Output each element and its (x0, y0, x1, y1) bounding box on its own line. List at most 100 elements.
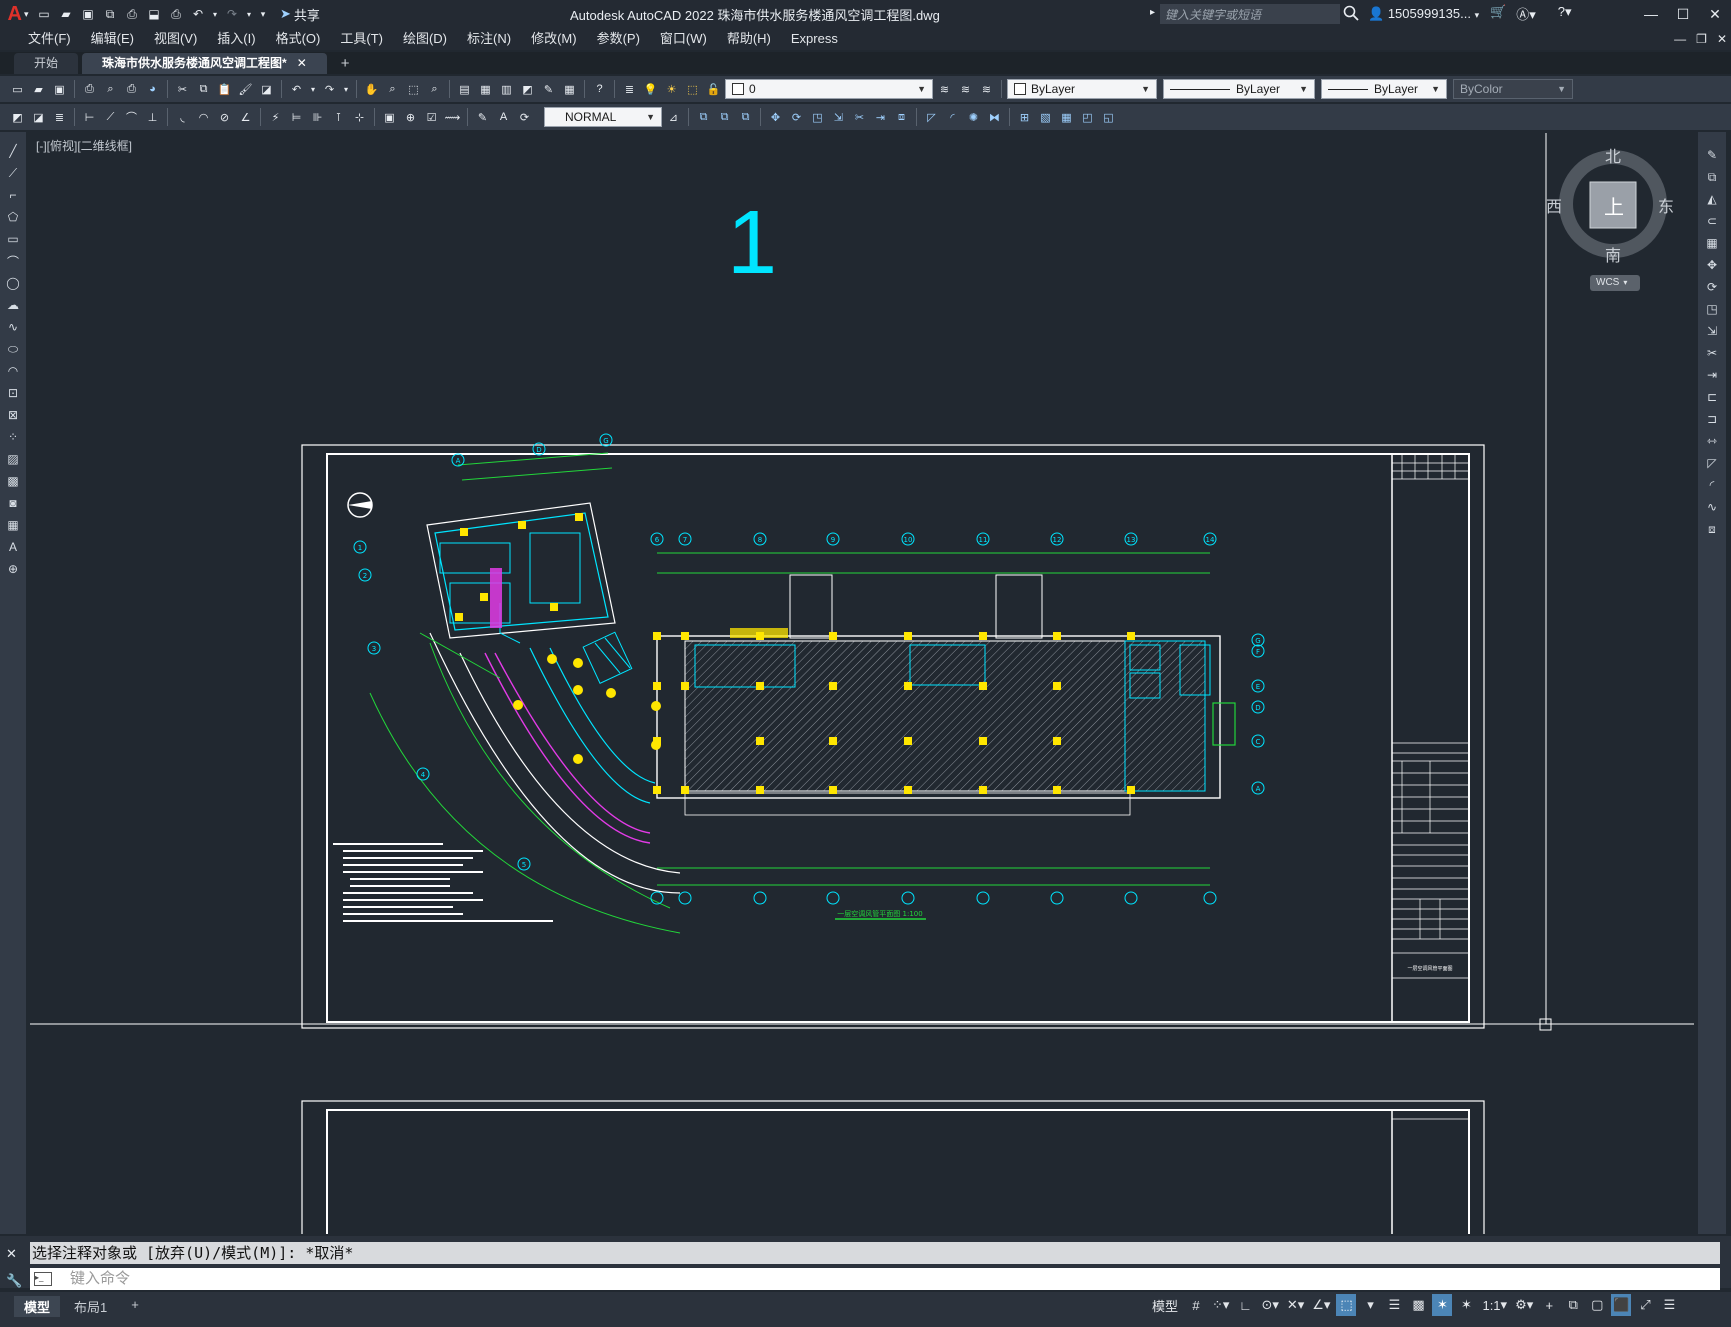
dim-angular-icon[interactable]: ∠ (236, 108, 255, 127)
dim-ordinate-icon[interactable]: ⊥ (143, 108, 162, 127)
properties-icon[interactable]: ▤ (455, 80, 474, 99)
menu-modify[interactable]: 修改(M) (521, 28, 587, 50)
menu-dimension[interactable]: 标注(N) (457, 28, 521, 50)
stretch-tool-icon[interactable]: ⇲ (829, 108, 848, 127)
viewport-controls-label[interactable]: [-][俯视][二维线框] (36, 137, 132, 154)
dim-space-icon[interactable]: ⊺ (329, 108, 348, 127)
copy-modify-icon[interactable]: ⧉ (1702, 168, 1722, 186)
menu-draw[interactable]: 绘图(D) (393, 28, 457, 50)
menu-tools[interactable]: 工具(T) (330, 28, 393, 50)
blend-curves-icon[interactable]: ∿ (1702, 498, 1722, 516)
doc-minimize-icon[interactable]: — (1674, 32, 1686, 46)
match-properties-icon[interactable]: 🖌 (236, 80, 255, 99)
autodesk-app-icon[interactable]: Ⓐ▾ (1516, 4, 1536, 23)
auto-scale-icon[interactable]: ✶ (1456, 1294, 1476, 1316)
customize-status-icon[interactable]: ☰ (1659, 1294, 1679, 1316)
undo-list-icon[interactable]: ▾ (308, 80, 318, 99)
plot-preview-icon[interactable]: ⌕ (101, 80, 120, 99)
gradient-icon[interactable]: ▩ (3, 472, 23, 490)
dimstyle-dropdown[interactable]: NORMAL ▼ (544, 107, 662, 127)
command-customize-icon[interactable]: 🔧 (6, 1273, 22, 1289)
3d-print-icon[interactable]: ◕ (143, 80, 162, 99)
menu-parametric[interactable]: 参数(P) (587, 28, 650, 50)
open-icon[interactable]: ▰ (56, 4, 76, 24)
new-tab-button[interactable]: + (331, 53, 360, 74)
redo-list-icon[interactable]: ▾ (341, 80, 351, 99)
dim-update-icon[interactable]: ⟳ (515, 108, 534, 127)
lineweight-icon[interactable]: ☰ (1384, 1294, 1404, 1316)
explode-icon[interactable]: ⧈ (1702, 520, 1722, 538)
rotate-icon[interactable]: ⟳ (1702, 278, 1722, 296)
minimize-icon[interactable]: — (1635, 0, 1667, 28)
table-icon[interactable]: ▦ (3, 516, 23, 534)
redo-tool-icon[interactable]: ↷ (320, 80, 339, 99)
close-icon[interactable]: ✕ (1699, 0, 1731, 28)
explode-tool-icon[interactable]: ✺ (964, 108, 983, 127)
inspect-icon[interactable]: ☑ (422, 108, 441, 127)
fillet-tool-icon[interactable]: ◜ (943, 108, 962, 127)
make-current-layer-icon[interactable]: ≋ (935, 80, 954, 99)
dimstyle-manager-icon[interactable]: ⊿ (664, 108, 683, 127)
design-center-icon[interactable]: ▦ (476, 80, 495, 99)
dim-jogged-icon[interactable]: ◠ (194, 108, 213, 127)
snap-icon[interactable]: ⁘▾ (1210, 1294, 1231, 1316)
add-layout-icon[interactable]: + (121, 1296, 149, 1317)
publish-icon[interactable]: ⎙ (122, 80, 141, 99)
redo-dropdown-icon[interactable]: ▾ (244, 4, 254, 24)
chamfer-tool-icon[interactable]: ◸ (922, 108, 941, 127)
chevron-right-icon[interactable]: ▸ (1150, 7, 1155, 18)
search-icon[interactable] (1343, 5, 1361, 23)
cart-icon[interactable]: 🛒 (1490, 4, 1506, 23)
zoom-realtime-icon[interactable]: ⌕ (383, 80, 402, 99)
new-icon[interactable]: ▭ (34, 4, 54, 24)
jogged-linear-icon[interactable]: ⟿ (443, 108, 462, 127)
light-bulb-icon[interactable]: 💡 (641, 80, 660, 99)
make-block-icon[interactable]: ⊠ (3, 406, 23, 424)
hatch-icon[interactable]: ▨ (3, 450, 23, 468)
tool-palettes-icon[interactable]: ▥ (497, 80, 516, 99)
sun-icon[interactable]: ☀ (662, 80, 681, 99)
viewport-freeze-icon[interactable]: ⬚ (683, 80, 702, 99)
viewcube-west[interactable]: 西 (1546, 193, 1562, 217)
viewcube-top-face[interactable]: 上 (1604, 191, 1624, 220)
mirror-object-icon[interactable]: ⧉ (715, 108, 734, 127)
linetype-dropdown[interactable]: ByLayer ▼ (1163, 79, 1315, 99)
extend-tool-icon[interactable]: ⇥ (871, 108, 890, 127)
construction-line-icon[interactable]: ⟋ (3, 164, 23, 182)
polyline-icon[interactable]: ⌐ (3, 186, 23, 204)
save-file-icon[interactable]: ▣ (50, 80, 69, 99)
zoom-window-icon[interactable]: ⬚ (404, 80, 423, 99)
calculator-icon[interactable]: ▦ (560, 80, 579, 99)
add-icon[interactable]: + (1539, 1294, 1559, 1316)
point-icon[interactable]: ⁘ (3, 428, 23, 446)
menu-format[interactable]: 格式(O) (266, 28, 331, 50)
polygon-icon[interactable]: ⬠ (3, 208, 23, 226)
viewcube-south[interactable]: 南 (1605, 242, 1621, 266)
zoom-previous-icon[interactable]: ⌕ (425, 80, 444, 99)
viewcube-east[interactable]: 东 (1658, 193, 1674, 217)
dim-arc-icon[interactable]: ⌒ (122, 108, 141, 127)
array-tool-icon[interactable]: ▦ (1057, 108, 1076, 127)
paste-icon[interactable]: 📋 (215, 80, 234, 99)
transparency-icon[interactable]: ▩ (1408, 1294, 1428, 1316)
share-drawing-icon[interactable]: ⬓ (144, 4, 164, 24)
workspace-gear-icon[interactable]: ⚙▾ (1513, 1294, 1535, 1316)
region-tool-icon[interactable]: ◰ (1078, 108, 1097, 127)
share-button[interactable]: ➤ 共享 (280, 5, 320, 24)
insert-block-tool-icon[interactable]: ⊡ (3, 384, 23, 402)
layer-tool-icon[interactable]: ≣ (50, 108, 69, 127)
quick-properties-icon[interactable]: ▢ (1587, 1294, 1607, 1316)
tab-start[interactable]: 开始 (14, 53, 79, 74)
menu-edit[interactable]: 编辑(E) (81, 28, 144, 50)
isodraft-icon[interactable]: ✕▾ (1285, 1294, 1306, 1316)
quick-dim-icon[interactable]: ⚡ (266, 108, 285, 127)
extend-icon[interactable]: ⇥ (1702, 366, 1722, 384)
help-tool-icon[interactable]: ? (590, 80, 609, 99)
object-snap-menu-icon[interactable]: ▾ (1360, 1294, 1380, 1316)
menu-view[interactable]: 视图(V) (144, 28, 207, 50)
layout-tab-layout1[interactable]: 布局1 (64, 1296, 117, 1317)
layer-previous-icon[interactable]: ≋ (956, 80, 975, 99)
user-menu[interactable]: 👤 1505999135... ▾ (1368, 6, 1479, 22)
dim-aligned-icon[interactable]: ⟋ (101, 108, 120, 127)
spline-icon[interactable]: ∿ (3, 318, 23, 336)
